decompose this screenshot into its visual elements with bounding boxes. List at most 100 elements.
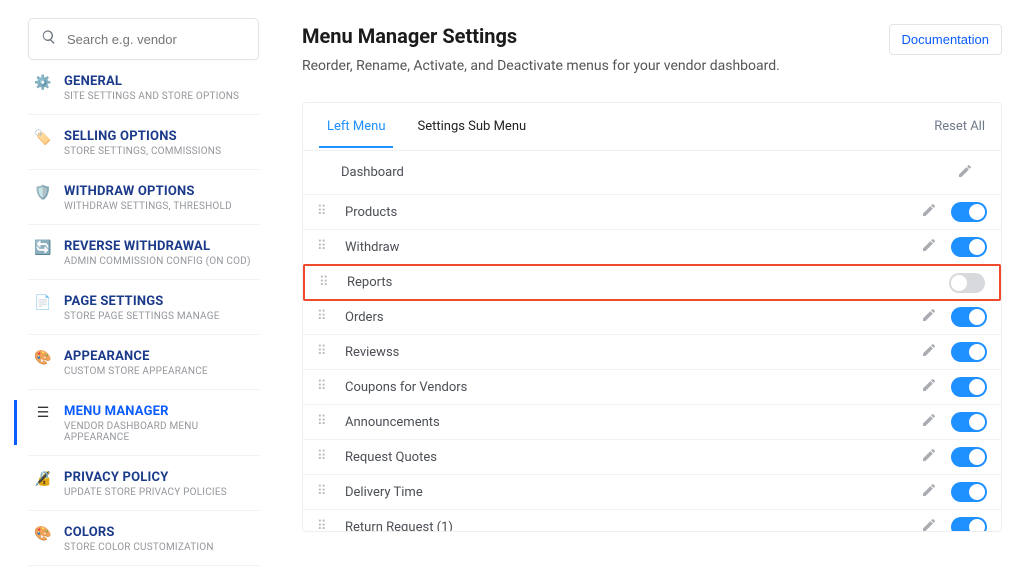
tab-settings-sub-menu[interactable]: Settings Sub Menu xyxy=(409,105,534,148)
sidebar-item-colors[interactable]: 🎨 COLORS STORE COLOR CUSTOMIZATION xyxy=(28,511,259,566)
menu-row: Request Quotes xyxy=(303,440,1001,475)
sidebar-item-sub: CUSTOM STORE APPEARANCE xyxy=(64,366,208,377)
page-title: Menu Manager Settings xyxy=(302,24,780,48)
toggle-switch[interactable] xyxy=(951,237,987,257)
drag-handle-icon[interactable] xyxy=(317,383,331,391)
toggle-switch[interactable] xyxy=(949,273,985,293)
sidebar-nav: ⚙️ GENERAL SITE SETTINGS AND STORE OPTIO… xyxy=(28,60,259,566)
doc-icon: 📄 xyxy=(34,294,52,312)
toggle-switch[interactable] xyxy=(951,517,987,531)
privacy-icon: 🔏 xyxy=(34,470,52,488)
edit-icon[interactable] xyxy=(957,163,987,183)
drag-handle-icon[interactable] xyxy=(317,523,331,531)
toggle-switch[interactable] xyxy=(951,482,987,502)
sidebar-item-withdraw[interactable]: 🛡️ WITHDRAW OPTIONS WITHDRAW SETTINGS, T… xyxy=(28,170,259,225)
sidebar-item-privacy[interactable]: 🔏 PRIVACY POLICY UPDATE STORE PRIVACY PO… xyxy=(28,456,259,511)
sidebar-item-sub: STORE PAGE SETTINGS MANAGE xyxy=(64,311,220,322)
tabs-row: Left Menu Settings Sub Menu Reset All xyxy=(303,103,1001,151)
page-description: Reorder, Rename, Activate, and Deactivat… xyxy=(302,58,780,74)
edit-icon[interactable] xyxy=(921,412,951,432)
rotate-icon: 🔄 xyxy=(34,239,52,257)
documentation-button[interactable]: Documentation xyxy=(889,24,1002,55)
menu-row: Orders xyxy=(303,300,1001,335)
menu-row: Withdraw xyxy=(303,230,1001,265)
sidebar-item-title: PAGE SETTINGS xyxy=(64,294,220,309)
menu-icon: ☰ xyxy=(34,404,52,422)
toggle-switch[interactable] xyxy=(951,342,987,362)
sidebar-item-appearance[interactable]: 🎨 APPEARANCE CUSTOM STORE APPEARANCE xyxy=(28,335,259,390)
toggle-switch[interactable] xyxy=(951,412,987,432)
toggle-switch[interactable] xyxy=(951,307,987,327)
menu-row-label: Reports xyxy=(347,275,949,290)
shield-icon: 🛡️ xyxy=(34,184,52,202)
menu-row-label: Request Quotes xyxy=(345,450,921,465)
menu-row: Reviewss xyxy=(303,335,1001,370)
edit-icon[interactable] xyxy=(921,237,951,257)
sidebar-item-title: COLORS xyxy=(64,525,214,540)
gear-icon: ⚙️ xyxy=(34,74,52,92)
sidebar-item-title: REVERSE WITHDRAWAL xyxy=(64,239,251,254)
toggle-switch[interactable] xyxy=(951,202,987,222)
menu-row: Products xyxy=(303,195,1001,230)
drag-handle-icon[interactable] xyxy=(317,313,331,321)
drag-handle-icon[interactable] xyxy=(317,208,331,216)
edit-icon[interactable] xyxy=(921,202,951,222)
sidebar-item-sub: STORE SETTINGS, COMMISSIONS xyxy=(64,146,221,157)
brush-icon: 🎨 xyxy=(34,349,52,367)
menu-row-label: Orders xyxy=(345,310,921,325)
settings-sidebar: ⚙️ GENERAL SITE SETTINGS AND STORE OPTIO… xyxy=(0,0,274,532)
edit-icon[interactable] xyxy=(921,517,951,531)
menu-row: Announcements xyxy=(303,405,1001,440)
menu-row: Dashboard xyxy=(303,151,1001,195)
tab-left-menu[interactable]: Left Menu xyxy=(319,105,393,148)
sidebar-item-reverse[interactable]: 🔄 REVERSE WITHDRAWAL ADMIN COMMISSION CO… xyxy=(28,225,259,280)
drag-handle-icon[interactable] xyxy=(317,418,331,426)
sidebar-item-sub: UPDATE STORE PRIVACY POLICIES xyxy=(64,487,227,498)
edit-icon[interactable] xyxy=(921,377,951,397)
toggle-switch[interactable] xyxy=(951,447,987,467)
sidebar-item-title: APPEARANCE xyxy=(64,349,208,364)
sidebar-item-sub: WITHDRAW SETTINGS, THRESHOLD xyxy=(64,201,232,212)
menu-row-label: Products xyxy=(345,205,921,220)
drag-handle-icon[interactable] xyxy=(317,243,331,251)
edit-icon[interactable] xyxy=(921,307,951,327)
menu-row-label: Coupons for Vendors xyxy=(345,380,921,395)
sidebar-item-title: SELLING OPTIONS xyxy=(64,129,221,144)
menu-row-label: Dashboard xyxy=(341,165,957,180)
drag-handle-icon[interactable] xyxy=(317,348,331,356)
menu-row-label: Announcements xyxy=(345,415,921,430)
sidebar-item-general[interactable]: ⚙️ GENERAL SITE SETTINGS AND STORE OPTIO… xyxy=(28,60,259,115)
main-content: Menu Manager Settings Reorder, Rename, A… xyxy=(274,0,1024,532)
sidebar-item-title: GENERAL xyxy=(64,74,239,89)
search-input[interactable] xyxy=(67,32,246,47)
menu-row: Coupons for Vendors xyxy=(303,370,1001,405)
drag-handle-icon[interactable] xyxy=(317,453,331,461)
menu-row-label: Return Request (1) xyxy=(345,520,921,532)
drag-handle-icon[interactable] xyxy=(319,279,333,287)
menu-manager-card: Left Menu Settings Sub Menu Reset All Das… xyxy=(302,102,1002,532)
menu-rows-list: Dashboard Products Withdraw Reports Orders Re… xyxy=(303,151,1001,531)
menu-row: Return Request (1) xyxy=(303,510,1001,531)
sidebar-item-title: PRIVACY POLICY xyxy=(64,470,227,485)
sidebar-item-menumgr[interactable]: ☰ MENU MANAGER VENDOR DASHBOARD MENU APP… xyxy=(28,390,259,456)
sidebar-item-sub: SITE SETTINGS AND STORE OPTIONS xyxy=(64,91,239,102)
tag-icon: 🏷️ xyxy=(34,129,52,147)
sidebar-item-sub: ADMIN COMMISSION CONFIG (ON COD) xyxy=(64,256,251,267)
toggle-switch[interactable] xyxy=(951,377,987,397)
menu-row-label: Withdraw xyxy=(345,240,921,255)
edit-icon[interactable] xyxy=(921,342,951,362)
sidebar-item-page[interactable]: 📄 PAGE SETTINGS STORE PAGE SETTINGS MANA… xyxy=(28,280,259,335)
sidebar-item-sub: VENDOR DASHBOARD MENU APPEARANCE xyxy=(64,421,253,443)
sidebar-item-title: MENU MANAGER xyxy=(64,404,253,419)
palette-icon: 🎨 xyxy=(34,525,52,543)
search-icon xyxy=(41,29,57,49)
sidebar-item-title: WITHDRAW OPTIONS xyxy=(64,184,232,199)
sidebar-item-sub: STORE COLOR CUSTOMIZATION xyxy=(64,542,214,553)
edit-icon[interactable] xyxy=(921,447,951,467)
sidebar-search[interactable] xyxy=(28,18,259,60)
reset-all-link[interactable]: Reset All xyxy=(934,119,985,134)
edit-icon[interactable] xyxy=(921,482,951,502)
drag-handle-icon[interactable] xyxy=(317,488,331,496)
menu-row: Delivery Time xyxy=(303,475,1001,510)
sidebar-item-selling[interactable]: 🏷️ SELLING OPTIONS STORE SETTINGS, COMMI… xyxy=(28,115,259,170)
